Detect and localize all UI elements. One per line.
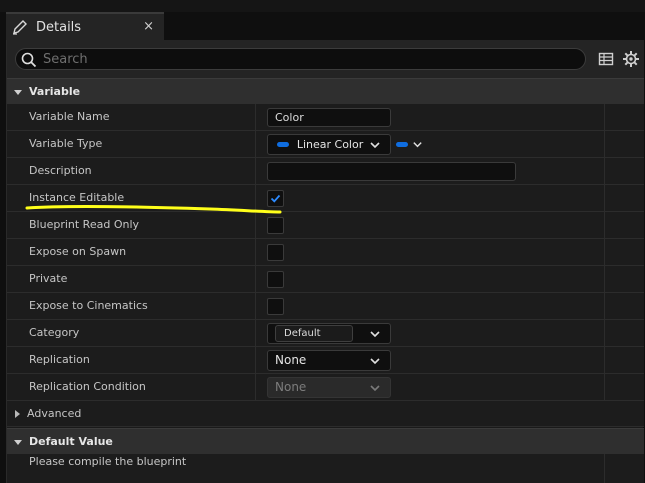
container-type-pill	[396, 142, 408, 147]
close-icon[interactable]: ×	[143, 19, 154, 34]
row-variable-type: Variable Type Linear Color	[7, 131, 644, 158]
chevron-down-icon	[370, 358, 380, 365]
row-expose-on-spawn: Expose on Spawn	[7, 239, 644, 266]
field-label: Blueprint Read Only	[29, 218, 140, 231]
chevron-down-icon	[370, 142, 380, 149]
private-checkbox[interactable]	[267, 271, 284, 288]
details-panel: Variable Variable Name Color Variable Ty…	[6, 40, 644, 483]
column-divider	[255, 239, 256, 266]
category-combobox[interactable]: Default	[267, 323, 391, 344]
section-variable[interactable]: Variable	[7, 78, 644, 104]
compile-message: Please compile the blueprint	[29, 455, 187, 468]
field-label: Instance Editable	[29, 191, 125, 204]
column-divider	[604, 374, 605, 401]
search-box	[15, 48, 586, 70]
row-default-value-message: Please compile the blueprint	[7, 454, 644, 483]
section-title: Default Value	[29, 435, 113, 448]
gear-icon[interactable]	[622, 50, 640, 68]
section-title: Variable	[29, 85, 81, 98]
row-private: Private	[7, 266, 644, 293]
column-divider	[604, 104, 605, 131]
column-divider	[604, 266, 605, 293]
search-row	[7, 40, 644, 78]
row-category: Category Default	[7, 320, 644, 347]
expose-to-cinematics-checkbox[interactable]	[267, 298, 284, 315]
column-divider	[604, 239, 605, 266]
row-replication-condition: Replication Condition None	[7, 374, 644, 401]
chevron-down-icon[interactable]	[369, 328, 381, 340]
description-input[interactable]	[267, 162, 516, 181]
column-divider	[255, 320, 256, 347]
column-divider	[604, 185, 605, 212]
checkmark-icon	[270, 194, 281, 203]
blueprint-read-only-checkbox[interactable]	[267, 217, 284, 234]
chevron-down-icon	[413, 142, 422, 148]
column-divider	[604, 347, 605, 374]
field-label: Expose to Cinematics	[29, 299, 148, 312]
column-divider	[255, 347, 256, 374]
replication-condition-value: None	[275, 380, 307, 394]
field-label: Category	[29, 326, 80, 339]
chevron-right-icon	[7, 409, 27, 419]
column-divider	[255, 158, 256, 185]
row-blueprint-read-only: Blueprint Read Only	[7, 212, 644, 239]
replication-condition-dropdown: None	[267, 377, 391, 398]
table-view-icon[interactable]	[598, 51, 614, 67]
section-title: Advanced	[27, 407, 82, 420]
row-replication: Replication None	[7, 347, 644, 374]
search-input[interactable]	[43, 50, 563, 68]
column-divider	[604, 293, 605, 320]
column-divider	[255, 185, 256, 212]
variable-name-input[interactable]: Color	[267, 108, 391, 127]
variable-type-value: Linear Color	[296, 138, 364, 151]
container-type-dropdown[interactable]	[395, 138, 427, 152]
chevron-down-icon	[7, 437, 29, 447]
tab-title: Details	[36, 19, 82, 35]
details-tab[interactable]: Details ×	[6, 12, 164, 40]
field-label: Private	[29, 272, 68, 285]
row-instance-editable: Instance Editable	[7, 185, 644, 212]
field-label: Replication	[29, 353, 90, 366]
column-divider	[255, 266, 256, 293]
column-divider	[255, 212, 256, 239]
type-color-pill	[277, 142, 289, 147]
column-divider	[255, 104, 256, 131]
row-description: Description	[7, 158, 644, 185]
column-divider	[604, 131, 605, 158]
column-divider	[604, 212, 605, 239]
category-input[interactable]: Default	[275, 325, 353, 342]
search-icon	[21, 52, 37, 68]
replication-dropdown[interactable]: None	[267, 350, 391, 371]
pencil-icon	[11, 18, 29, 36]
row-expose-to-cinematics: Expose to Cinematics	[7, 293, 644, 320]
column-divider	[255, 293, 256, 320]
instance-editable-checkbox[interactable]	[267, 190, 284, 207]
field-label: Variable Name	[29, 110, 110, 123]
column-divider	[604, 158, 605, 185]
column-divider	[604, 320, 605, 347]
top-strip	[0, 0, 645, 12]
field-label: Expose on Spawn	[29, 245, 127, 258]
field-label: Replication Condition	[29, 380, 146, 393]
section-advanced[interactable]: Advanced	[7, 401, 644, 427]
expose-on-spawn-checkbox[interactable]	[267, 244, 284, 261]
field-label: Description	[29, 164, 92, 177]
variable-type-dropdown[interactable]: Linear Color	[267, 134, 391, 155]
field-label: Variable Type	[29, 137, 103, 150]
row-variable-name: Variable Name Color	[7, 104, 644, 131]
column-divider	[255, 131, 256, 158]
replication-value: None	[275, 353, 307, 367]
column-divider	[255, 374, 256, 401]
chevron-down-icon	[7, 87, 29, 97]
column-divider	[604, 454, 605, 483]
chevron-down-icon	[370, 385, 380, 392]
